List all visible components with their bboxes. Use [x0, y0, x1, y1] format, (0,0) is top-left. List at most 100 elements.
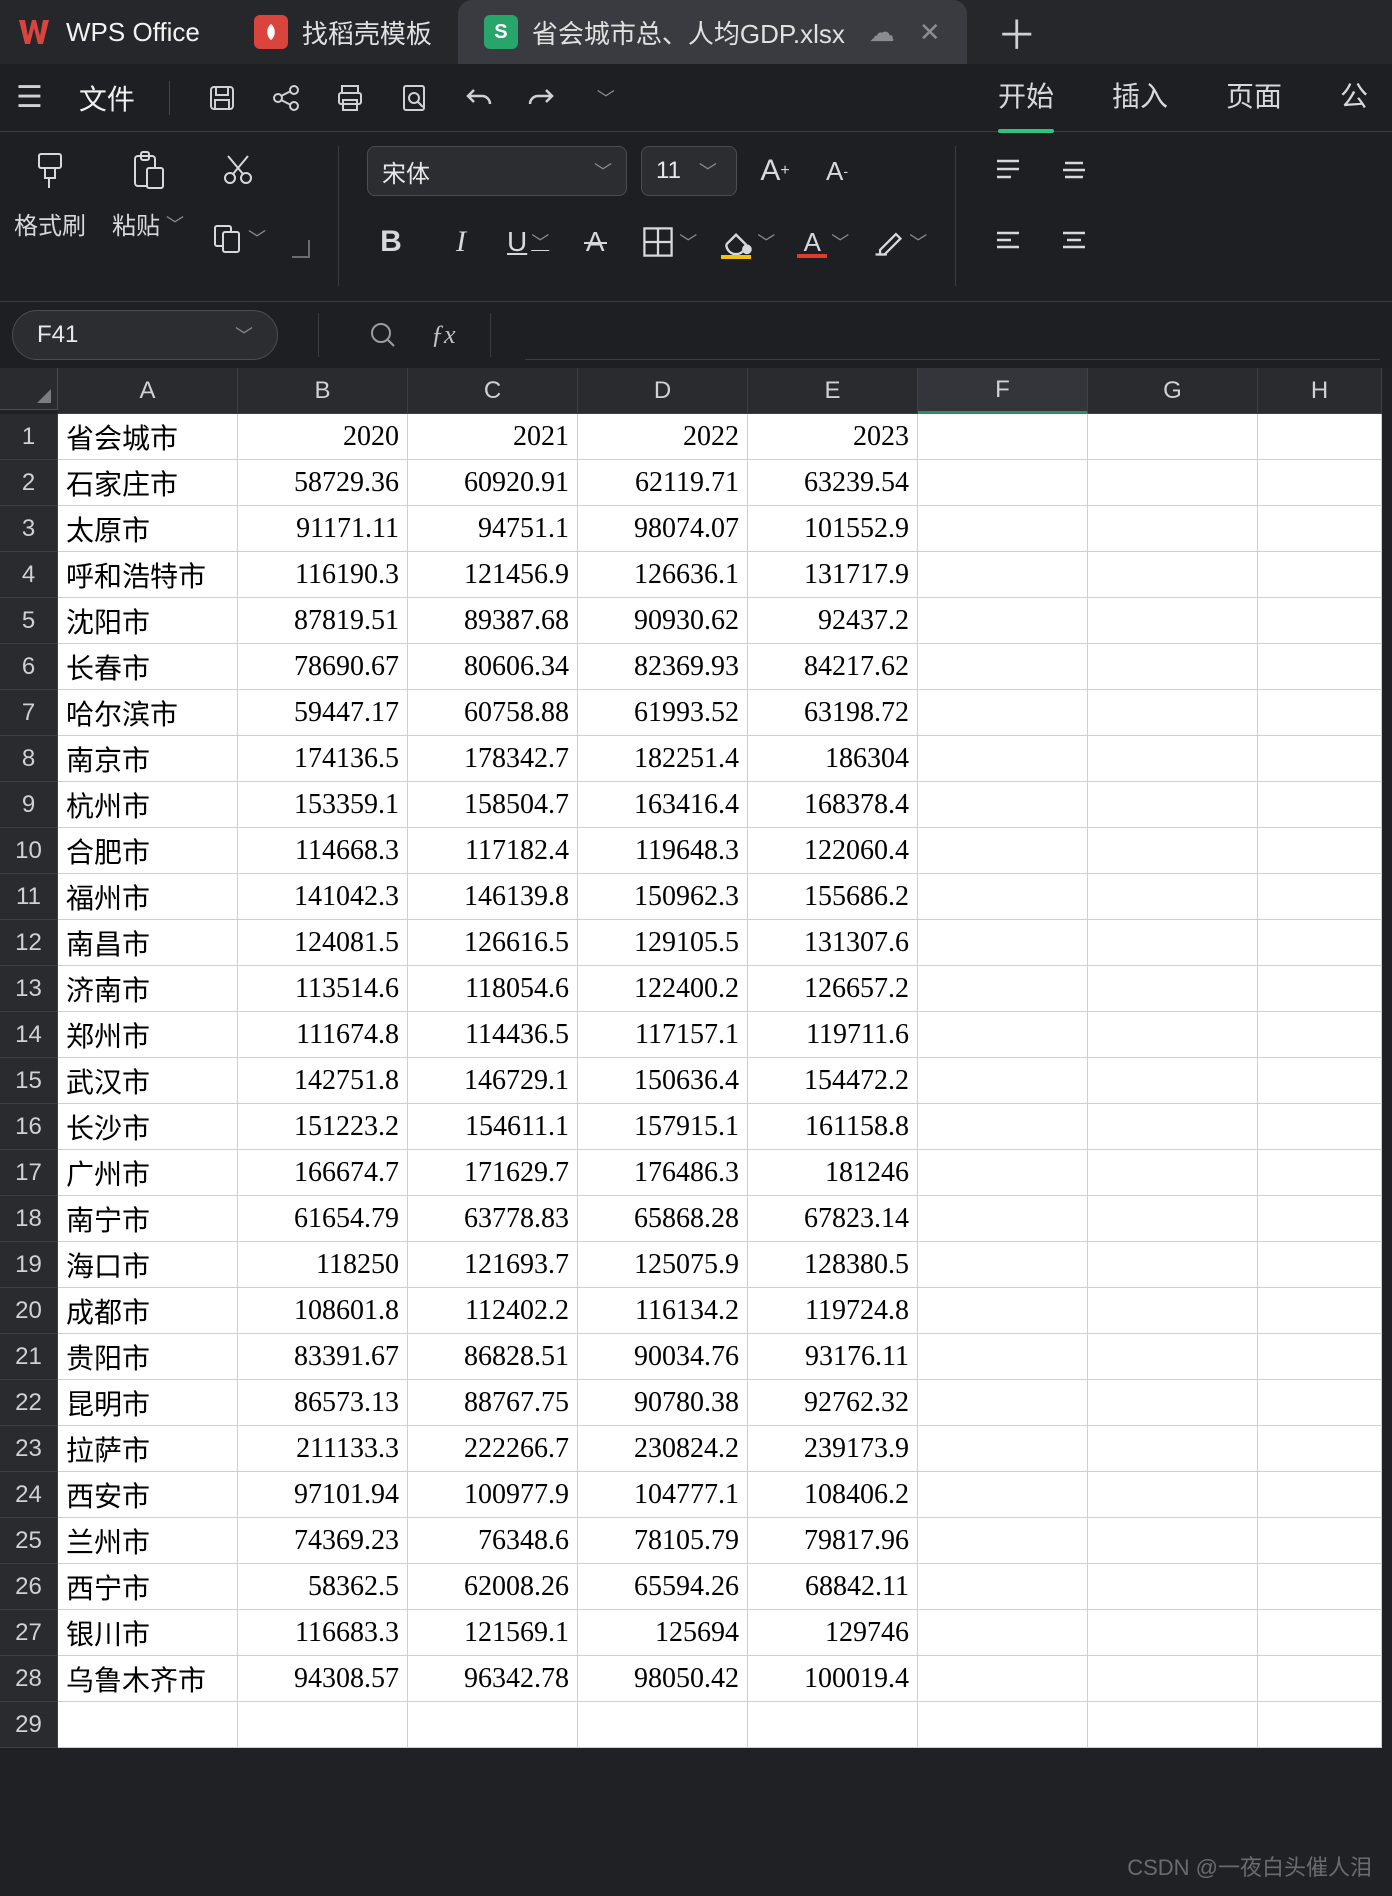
cell-D9[interactable]: 163416.4: [578, 782, 748, 828]
row-head-18[interactable]: 18: [0, 1196, 58, 1242]
cell-D3[interactable]: 98074.07: [578, 506, 748, 552]
cell-E14[interactable]: 119711.6: [748, 1012, 918, 1058]
cell-G20[interactable]: [1088, 1288, 1258, 1334]
cell-F18[interactable]: [918, 1196, 1088, 1242]
cell-C17[interactable]: 171629.7: [408, 1150, 578, 1196]
cell-C9[interactable]: 158504.7: [408, 782, 578, 828]
cell-D28[interactable]: 98050.42: [578, 1656, 748, 1702]
cell-C19[interactable]: 121693.7: [408, 1242, 578, 1288]
cell-H19[interactable]: [1258, 1242, 1382, 1288]
col-head-A[interactable]: A: [58, 368, 238, 414]
share-icon[interactable]: [268, 80, 304, 116]
cell-G12[interactable]: [1088, 920, 1258, 966]
cell-E23[interactable]: 239173.9: [748, 1426, 918, 1472]
cut-icon[interactable]: [214, 146, 262, 194]
cell-A15[interactable]: 武汉市: [58, 1058, 238, 1104]
cell-B9[interactable]: 153359.1: [238, 782, 408, 828]
redo-icon[interactable]: [524, 80, 560, 116]
cell-E17[interactable]: 181246: [748, 1150, 918, 1196]
cell-G28[interactable]: [1088, 1656, 1258, 1702]
cell-H2[interactable]: [1258, 460, 1382, 506]
cell-E19[interactable]: 128380.5: [748, 1242, 918, 1288]
cell-F9[interactable]: [918, 782, 1088, 828]
cell-H23[interactable]: [1258, 1426, 1382, 1472]
cell-D11[interactable]: 150962.3: [578, 874, 748, 920]
fx-icon[interactable]: ƒx: [431, 320, 456, 350]
row-head-26[interactable]: 26: [0, 1564, 58, 1610]
clear-format-icon[interactable]: ﹀: [871, 218, 927, 266]
cell-F27[interactable]: [918, 1610, 1088, 1656]
cell-G14[interactable]: [1088, 1012, 1258, 1058]
tab-docker-templates[interactable]: 找稻壳模板: [228, 0, 458, 64]
cell-G27[interactable]: [1088, 1610, 1258, 1656]
cell-C20[interactable]: 112402.2: [408, 1288, 578, 1334]
row-head-25[interactable]: 25: [0, 1518, 58, 1564]
cell-C23[interactable]: 222266.7: [408, 1426, 578, 1472]
cell-F6[interactable]: [918, 644, 1088, 690]
row-head-23[interactable]: 23: [0, 1426, 58, 1472]
cell-D18[interactable]: 65868.28: [578, 1196, 748, 1242]
cell-E22[interactable]: 92762.32: [748, 1380, 918, 1426]
cell-E28[interactable]: 100019.4: [748, 1656, 918, 1702]
clipboard-launcher-icon[interactable]: [292, 240, 310, 258]
cell-D21[interactable]: 90034.76: [578, 1334, 748, 1380]
col-head-H[interactable]: H: [1258, 368, 1382, 414]
cell-B17[interactable]: 166674.7: [238, 1150, 408, 1196]
cell-E8[interactable]: 186304: [748, 736, 918, 782]
cell-C4[interactable]: 121456.9: [408, 552, 578, 598]
row-head-22[interactable]: 22: [0, 1380, 58, 1426]
cell-B28[interactable]: 94308.57: [238, 1656, 408, 1702]
qat-more-icon[interactable]: ﹀: [588, 80, 624, 116]
cell-D5[interactable]: 90930.62: [578, 598, 748, 644]
ribbon-tab-home[interactable]: 开始: [998, 75, 1054, 121]
cell-G24[interactable]: [1088, 1472, 1258, 1518]
cell-G11[interactable]: [1088, 874, 1258, 920]
cell-B24[interactable]: 97101.94: [238, 1472, 408, 1518]
cell-B18[interactable]: 61654.79: [238, 1196, 408, 1242]
cell-E27[interactable]: 129746: [748, 1610, 918, 1656]
cell-F8[interactable]: [918, 736, 1088, 782]
cell-D27[interactable]: 125694: [578, 1610, 748, 1656]
cell-F13[interactable]: [918, 966, 1088, 1012]
cell-B27[interactable]: 116683.3: [238, 1610, 408, 1656]
cell-C29[interactable]: [408, 1702, 578, 1748]
cell-D15[interactable]: 150636.4: [578, 1058, 748, 1104]
cell-F19[interactable]: [918, 1242, 1088, 1288]
cell-G8[interactable]: [1088, 736, 1258, 782]
cell-H25[interactable]: [1258, 1518, 1382, 1564]
col-head-B[interactable]: B: [238, 368, 408, 414]
cell-F20[interactable]: [918, 1288, 1088, 1334]
cell-H8[interactable]: [1258, 736, 1382, 782]
cell-A12[interactable]: 南昌市: [58, 920, 238, 966]
close-tab-icon[interactable]: ✕: [919, 17, 941, 48]
cell-C6[interactable]: 80606.34: [408, 644, 578, 690]
row-head-15[interactable]: 15: [0, 1058, 58, 1104]
cell-H12[interactable]: [1258, 920, 1382, 966]
cell-A18[interactable]: 南宁市: [58, 1196, 238, 1242]
row-head-28[interactable]: 28: [0, 1656, 58, 1702]
cell-B2[interactable]: 58729.36: [238, 460, 408, 506]
cell-C25[interactable]: 76348.6: [408, 1518, 578, 1564]
cell-D29[interactable]: [578, 1702, 748, 1748]
cell-H7[interactable]: [1258, 690, 1382, 736]
cell-A11[interactable]: 福州市: [58, 874, 238, 920]
cancel-edit-icon[interactable]: [359, 311, 407, 359]
cell-H27[interactable]: [1258, 1610, 1382, 1656]
cell-F5[interactable]: [918, 598, 1088, 644]
copy-icon[interactable]: ﹀: [210, 214, 266, 262]
row-head-13[interactable]: 13: [0, 966, 58, 1012]
cell-C26[interactable]: 62008.26: [408, 1564, 578, 1610]
cell-B22[interactable]: 86573.13: [238, 1380, 408, 1426]
cell-C21[interactable]: 86828.51: [408, 1334, 578, 1380]
cell-D7[interactable]: 61993.52: [578, 690, 748, 736]
cell-H6[interactable]: [1258, 644, 1382, 690]
row-head-12[interactable]: 12: [0, 920, 58, 966]
cell-E24[interactable]: 108406.2: [748, 1472, 918, 1518]
cell-D14[interactable]: 117157.1: [578, 1012, 748, 1058]
cell-E1[interactable]: 2023: [748, 414, 918, 460]
row-head-10[interactable]: 10: [0, 828, 58, 874]
cell-D1[interactable]: 2022: [578, 414, 748, 460]
cell-G17[interactable]: [1088, 1150, 1258, 1196]
cell-A7[interactable]: 哈尔滨市: [58, 690, 238, 736]
cell-D16[interactable]: 157915.1: [578, 1104, 748, 1150]
